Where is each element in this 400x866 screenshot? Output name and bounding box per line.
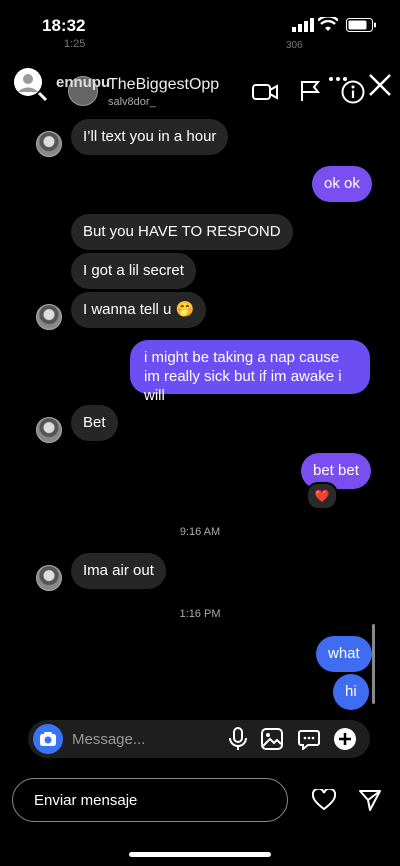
message-timestamp: 9:16 AM	[179, 526, 221, 538]
flag-icon[interactable]	[300, 80, 320, 102]
add-icon[interactable]	[333, 727, 357, 751]
message-timestamp: 1:16 PM	[179, 608, 221, 620]
sender-avatar[interactable]	[36, 131, 62, 157]
message-bubble-outgoing[interactable]: i might be taking a nap cause im really …	[130, 340, 370, 404]
message-bubble-outgoing[interactable]: what	[316, 636, 372, 672]
message-bubble-incoming[interactable]: But you HAVE TO RESPOND	[71, 214, 293, 250]
scrollbar[interactable]	[372, 624, 375, 704]
paper-plane-icon[interactable]	[358, 788, 382, 812]
overlay-status-text: 306	[286, 40, 303, 51]
overlay-status-time: 1:25	[64, 38, 86, 50]
microphone-icon[interactable]	[228, 727, 248, 751]
sender-avatar[interactable]	[36, 304, 62, 330]
close-icon[interactable]	[367, 72, 393, 98]
sticker-icon[interactable]	[298, 728, 320, 750]
sender-avatar[interactable]	[36, 417, 62, 443]
profile-icon[interactable]	[12, 66, 48, 102]
chat-subtitle: salv8dor_	[108, 96, 156, 108]
send-message-placeholder[interactable]: Enviar mensaje	[34, 792, 137, 809]
message-bubble-incoming[interactable]: Ima air out	[71, 553, 166, 589]
message-bubble-incoming[interactable]: I got a lil secret	[71, 253, 196, 289]
sender-avatar[interactable]	[36, 565, 62, 591]
video-call-icon[interactable]	[252, 82, 278, 102]
message-bubble-outgoing[interactable]: hi	[333, 674, 369, 710]
message-bubble-incoming[interactable]: I’ll text you in a hour	[71, 119, 229, 155]
status-time: 18:32	[42, 16, 86, 35]
heart-icon[interactable]	[312, 789, 336, 811]
message-bubble-incoming[interactable]: Bet	[71, 405, 118, 441]
overlay-username: ennupu	[56, 74, 111, 91]
message-bubble-incoming[interactable]: I wanna tell u 🤭	[71, 292, 207, 328]
message-input-placeholder[interactable]: Message...	[72, 731, 145, 748]
home-indicator	[129, 852, 271, 857]
camera-icon	[40, 732, 56, 746]
gallery-icon[interactable]	[261, 728, 283, 750]
signal-icon	[292, 18, 314, 32]
info-icon[interactable]	[341, 80, 365, 104]
camera-button[interactable]	[33, 724, 63, 754]
battery-icon	[346, 18, 376, 32]
heart-reaction[interactable]: ❤️	[306, 482, 338, 510]
chat-title[interactable]: TheBiggestOpp	[108, 76, 219, 94]
message-bubble-outgoing[interactable]: ok ok	[312, 166, 372, 202]
wifi-icon	[318, 17, 338, 31]
